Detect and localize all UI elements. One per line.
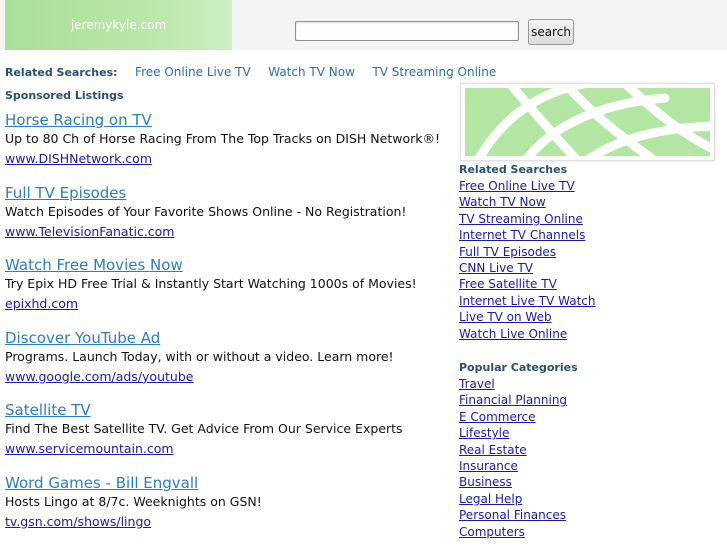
listing-item: Horse Racing on TV Up to 80 Ch of Horse … [5,111,445,184]
listing-title[interactable]: Watch Free Movies Now [5,256,445,275]
sidebar-category-link[interactable]: Personal Finances [459,507,719,523]
listing-title[interactable]: Horse Racing on TV [5,111,445,130]
site-logo[interactable]: jeremykyle.com [5,0,232,50]
sidebar-related-link[interactable]: CNN Live TV [459,260,719,276]
listing-url[interactable]: www.google.com/ads/youtube [5,369,193,384]
sidebar-related-link[interactable]: Free Satellite TV [459,276,719,292]
listing-title[interactable]: Full TV Episodes [5,184,445,203]
sidebar-related-link[interactable]: Internet TV Channels [459,227,719,243]
sidebar-related-link[interactable]: Live TV on Web [459,309,719,325]
sidebar-category-link[interactable]: Computers [459,524,719,540]
sponsored-listings: Horse Racing on TV Up to 80 Ch of Horse … [5,111,445,547]
listing-url[interactable]: epixhd.com [5,296,78,311]
listing-item: Full TV Episodes Watch Episodes of Your … [5,184,445,257]
banner-pattern-graphic [465,88,710,156]
listing-description: Try Epix HD Free Trial & Instantly Start… [5,276,417,292]
listing-title[interactable]: Word Games - Bill Engvall [5,474,445,493]
search-input[interactable] [295,21,519,41]
sidebar-popular-heading: Popular Categories [459,361,578,374]
sidebar-related-link[interactable]: Watch TV Now [459,194,719,210]
listing-description: Programs. Launch Today, with or without … [5,348,394,364]
listing-description: Find The Best Satellite TV. Get Advice F… [5,421,403,437]
listing-url[interactable]: tv.gsn.com/shows/lingo [5,514,151,529]
listing-item: Satellite TV Find The Best Satellite TV.… [5,401,445,474]
sponsored-listings-label: Sponsored Listings [5,89,124,102]
related-searches-bar: Related Searches: Free Online Live TV Wa… [5,65,496,79]
sidebar-related-link[interactable]: TV Streaming Online [459,211,719,227]
search-button[interactable]: search [528,19,574,45]
related-top-link-3[interactable]: TV Streaming Online [372,65,496,79]
sidebar-category-link[interactable]: Financial Planning [459,392,719,408]
sidebar-category-link[interactable]: Real Estate [459,442,719,458]
sidebar-related-link[interactable]: Full TV Episodes [459,244,719,260]
listing-description: Hosts Lingo at 8/7c. Weeknights on GSN! [5,493,262,509]
listing-item: Discover YouTube Ad Programs. Launch Tod… [5,329,445,402]
sidebar-related-link[interactable]: Internet Live TV Watch [459,293,719,309]
sidebar-category-link[interactable]: Travel [459,376,719,392]
site-name: jeremykyle.com [70,18,167,32]
sidebar-category-link[interactable]: E Commerce [459,409,719,425]
sidebar-related-searches: Related Searches Free Online Live TV Wat… [459,162,719,342]
sidebar-related-heading: Related Searches [459,163,568,176]
sidebar-related-link[interactable]: Watch Live Online [459,326,719,342]
listing-title[interactable]: Satellite TV [5,401,445,420]
listing-url[interactable]: www.TelevisionFanatic.com [5,224,175,239]
listing-description: Up to 80 Ch of Horse Racing From The Top… [5,131,441,146]
listing-item: Watch Free Movies Now Try Epix HD Free T… [5,256,445,329]
banner-image[interactable] [460,83,715,161]
listing-description: Watch Episodes of Your Favorite Shows On… [5,203,407,219]
listing-url[interactable]: www.DISHNetwork.com [5,151,152,166]
sidebar-category-link[interactable]: Lifestyle [459,425,719,441]
listing-item: Word Games - Bill Engvall Hosts Lingo at… [5,474,445,547]
sidebar-popular-categories: Popular Categories Travel Financial Plan… [459,360,719,540]
sidebar-category-link[interactable]: Insurance [459,458,719,474]
sidebar-category-link[interactable]: Legal Help [459,491,719,507]
sidebar-category-link[interactable]: Business [459,474,719,490]
listing-url[interactable]: www.servicemountain.com [5,441,174,456]
listing-title[interactable]: Discover YouTube Ad [5,329,445,348]
related-searches-label: Related Searches: [5,66,118,79]
related-top-link-1[interactable]: Free Online Live TV [135,65,251,79]
sidebar-related-link[interactable]: Free Online Live TV [459,178,719,194]
header-bar: jeremykyle.com search [0,0,727,50]
related-top-link-2[interactable]: Watch TV Now [268,65,355,79]
